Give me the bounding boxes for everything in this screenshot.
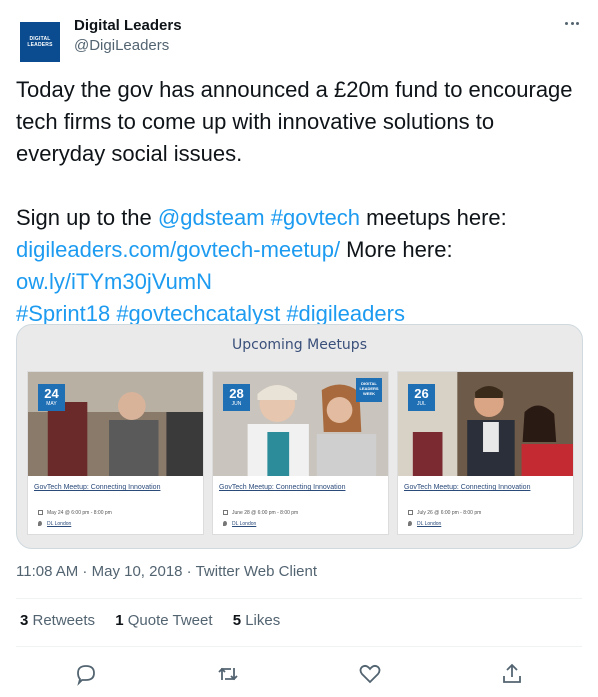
link-digileaders[interactable]: digileaders.com/govtech-meetup/ (16, 237, 340, 262)
event-month: MAY (46, 401, 57, 407)
event-month: JUN (231, 401, 242, 407)
event-date-2: June 28 @ 6:00 pm - 8:00 pm (223, 510, 298, 516)
calendar-icon (223, 510, 228, 516)
event-card-2[interactable]: 28 JUN DIGITAL LEADERS WEEK GovTech Meet… (212, 371, 389, 535)
pin-icon (38, 521, 42, 527)
event-day: 28 (229, 386, 244, 401)
author-info: Digital Leaders @DigiLeaders (74, 16, 182, 56)
hashtag-digileaders[interactable]: #digileaders (286, 301, 405, 326)
display-name[interactable]: Digital Leaders (74, 16, 182, 36)
text-segment: More here: (340, 237, 453, 262)
text-segment: Sign up to the (16, 205, 158, 230)
event-location-1[interactable]: DL London (38, 521, 71, 527)
week-badge: DIGITAL LEADERS WEEK (356, 378, 382, 402)
likes-stat[interactable]: 5 Likes (233, 612, 281, 629)
tweet-timestamp: 11:08 AM · May 10, 2018 · Twitter Web Cl… (16, 563, 317, 580)
tweet-stats: 3 Retweets 1 Quote Tweet 5 Likes (20, 612, 296, 629)
event-date-1: May 24 @ 6:00 pm - 8:00 pm (38, 510, 112, 516)
event-location-text: DL London (47, 521, 72, 527)
event-title-2[interactable]: GovTech Meetup: Connecting Innovation (219, 484, 345, 491)
avatar[interactable]: DIGITAL LEADERS (20, 22, 60, 62)
separator: · (182, 563, 196, 580)
separator: · (78, 563, 92, 580)
date-badge-2: 28 JUN (223, 384, 250, 411)
divider (16, 598, 582, 599)
tweet-paragraph-2: Sign up to the @gdsteam #govtech meetups… (16, 202, 586, 330)
retweet-icon[interactable] (216, 662, 242, 688)
divider (16, 646, 582, 647)
event-location-text: DL London (417, 521, 442, 527)
event-location-3[interactable]: DL London (408, 521, 441, 527)
event-title-1[interactable]: GovTech Meetup: Connecting Innovation (34, 484, 160, 491)
event-title-3[interactable]: GovTech Meetup: Connecting Innovation (404, 484, 530, 491)
event-day: 24 (44, 386, 59, 401)
media-card[interactable]: Upcoming Meetups 24 MAY GovTech Meetup: … (16, 324, 583, 549)
pin-icon (223, 521, 227, 527)
tweet-client[interactable]: Twitter Web Client (196, 563, 317, 580)
quotes-stat[interactable]: 1 Quote Tweet (115, 612, 212, 629)
handle[interactable]: @DigiLeaders (74, 36, 182, 56)
calendar-icon (408, 510, 413, 516)
event-date-text: June 28 @ 6:00 pm - 8:00 pm (232, 510, 299, 516)
tweet-text: Today the gov has announced a £20m fund … (16, 74, 586, 330)
date-badge-1: 24 MAY (38, 384, 65, 411)
link-owly[interactable]: ow.ly/iTYm30jVumN (16, 269, 212, 294)
event-date-3: July 26 @ 6:00 pm - 8:00 pm (408, 510, 481, 516)
like-icon[interactable] (358, 662, 384, 688)
hashtag-govtechcatalyst[interactable]: #govtechcatalyst (116, 301, 280, 326)
card-title: Upcoming Meetups (232, 337, 367, 353)
pin-icon (408, 521, 412, 527)
event-card-1[interactable]: 24 MAY GovTech Meetup: Connecting Innova… (27, 371, 204, 535)
date-badge-3: 26 JUL (408, 384, 435, 411)
reply-icon[interactable] (74, 662, 100, 688)
event-location-2[interactable]: DL London (223, 521, 256, 527)
tweet-time[interactable]: 11:08 AM (16, 563, 78, 580)
mention-gdsteam[interactable]: @gdsteam (158, 205, 265, 230)
event-location-text: DL London (232, 521, 257, 527)
retweets-stat[interactable]: 3 Retweets (20, 612, 95, 629)
text-segment: meetups here: (360, 205, 507, 230)
event-card-3[interactable]: 26 JUL GovTech Meetup: Connecting Innova… (397, 371, 574, 535)
hashtag-govtech[interactable]: #govtech (271, 205, 360, 230)
event-month: JUL (417, 401, 426, 407)
likes-label: Likes (241, 612, 281, 629)
event-date-text: July 26 @ 6:00 pm - 8:00 pm (417, 510, 482, 516)
avatar-text-line2: LEADERS (27, 42, 53, 48)
calendar-icon (38, 510, 43, 516)
likes-count: 5 (232, 612, 242, 629)
tweet-paragraph-1: Today the gov has announced a £20m fund … (16, 77, 573, 166)
quotes-label: Quote Tweet (123, 612, 213, 629)
hashtag-sprint18[interactable]: #Sprint18 (16, 301, 110, 326)
event-date-text: May 24 @ 6:00 pm - 8:00 pm (47, 510, 112, 516)
event-day: 26 (414, 386, 429, 401)
more-icon[interactable] (562, 14, 582, 32)
tweet-header: DIGITAL LEADERS Digital Leaders @DigiLea… (16, 12, 582, 62)
quotes-count: 1 (115, 612, 124, 629)
share-icon[interactable] (500, 662, 526, 688)
action-bar (16, 660, 582, 690)
retweets-label: Retweets (28, 612, 96, 629)
tweet-date[interactable]: May 10, 2018 (92, 563, 183, 580)
